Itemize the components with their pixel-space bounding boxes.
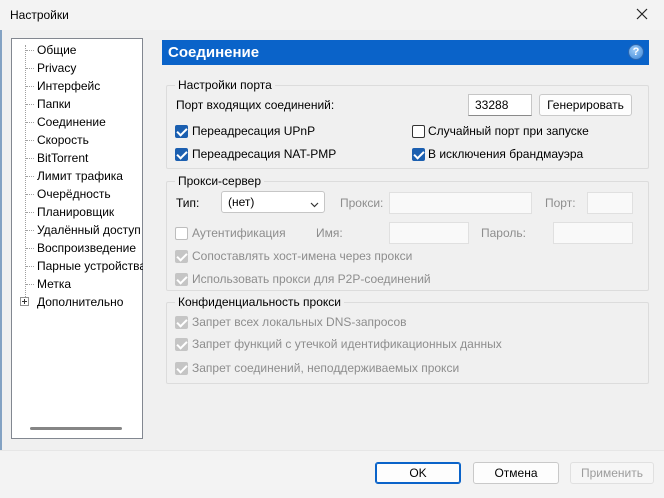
natpmp-label: Переадресация NAT-PMP bbox=[192, 147, 337, 161]
proxy-privacy-legend: Конфиденциальность прокси bbox=[175, 295, 344, 309]
proxy-password-field[interactable] bbox=[553, 222, 633, 244]
tree-item-general[interactable]: Общие bbox=[12, 41, 143, 59]
proxy-type-value: (нет) bbox=[228, 195, 255, 209]
resolve-hostnames-label: Сопоставлять хост-имена через прокси bbox=[192, 249, 413, 263]
expand-plus-icon[interactable] bbox=[20, 297, 29, 306]
tree-item-speed[interactable]: Скорость bbox=[12, 131, 143, 149]
leak-block-checkbox[interactable] bbox=[175, 338, 188, 351]
firewall-checkbox[interactable] bbox=[412, 148, 425, 161]
proxy-legend: Прокси-сервер bbox=[175, 174, 264, 188]
tree-item-connection[interactable]: Соединение bbox=[12, 113, 143, 131]
tree-item-bittorrent[interactable]: BitTorrent bbox=[12, 149, 143, 167]
window-edge bbox=[0, 30, 2, 470]
auth-checkbox[interactable] bbox=[175, 227, 188, 240]
tree-item-queue[interactable]: Очерёдность bbox=[12, 185, 143, 203]
tree-item-remote-access[interactable]: Удалённый доступ bbox=[12, 221, 143, 239]
incoming-port-field[interactable] bbox=[468, 94, 532, 116]
tree-item-paired-devices[interactable]: Парные устройства bbox=[12, 257, 143, 275]
window-title: Настройки bbox=[10, 8, 69, 22]
natpmp-checkbox[interactable] bbox=[175, 148, 188, 161]
proxy-password-label: Пароль: bbox=[481, 226, 526, 240]
proxy-host-field[interactable] bbox=[389, 192, 532, 214]
proxy-host-label: Прокси: bbox=[340, 196, 384, 210]
tree-item-advanced[interactable]: Дополнительно bbox=[12, 293, 143, 311]
proxy-type-select[interactable]: (нет) bbox=[221, 191, 325, 213]
help-icon[interactable]: ? bbox=[628, 44, 644, 60]
incoming-port-label: Порт входящих соединений: bbox=[176, 98, 335, 112]
ok-button[interactable]: OK bbox=[375, 462, 461, 484]
close-icon[interactable] bbox=[632, 4, 652, 24]
tree-item-label[interactable]: Метка bbox=[12, 275, 143, 293]
chevron-down-icon bbox=[310, 198, 319, 208]
proxy-username-field[interactable] bbox=[389, 222, 469, 244]
upnp-label: Переадресация UPnP bbox=[192, 124, 316, 138]
settings-tree[interactable]: Общие Privacy Интерфейс Папки Соединение… bbox=[11, 38, 143, 439]
dns-block-label: Запрет всех локальных DNS-запросов bbox=[192, 315, 407, 329]
dns-block-checkbox[interactable] bbox=[175, 316, 188, 329]
dialog-footer bbox=[0, 450, 664, 498]
page-header: Соединение ? bbox=[162, 40, 649, 65]
upnp-checkbox[interactable] bbox=[175, 125, 188, 138]
unsupported-block-checkbox[interactable] bbox=[175, 362, 188, 375]
unsupported-block-label: Запрет соединений, неподдерживаемых прок… bbox=[192, 361, 460, 375]
tree-item-scheduler[interactable]: Планировщик bbox=[12, 203, 143, 221]
tree-item-traffic-limit[interactable]: Лимит трафика bbox=[12, 167, 143, 185]
tree-item-interface[interactable]: Интерфейс bbox=[12, 77, 143, 95]
firewall-label: В исключения брандмауэра bbox=[428, 147, 584, 161]
page-title: Соединение bbox=[168, 44, 260, 61]
resolve-hostnames-checkbox[interactable] bbox=[175, 250, 188, 263]
p2p-proxy-checkbox[interactable] bbox=[175, 273, 188, 286]
random-port-checkbox[interactable] bbox=[412, 125, 425, 138]
apply-button[interactable]: Применить bbox=[570, 462, 654, 484]
title-bar: Настройки bbox=[0, 0, 664, 30]
horizontal-scrollbar[interactable] bbox=[30, 427, 122, 430]
port-settings-legend: Настройки порта bbox=[175, 78, 275, 92]
proxy-username-label: Имя: bbox=[316, 226, 343, 240]
tree-item-privacy[interactable]: Privacy bbox=[12, 59, 143, 77]
cancel-button[interactable]: Отмена bbox=[473, 462, 559, 484]
proxy-type-label: Тип: bbox=[176, 196, 200, 210]
tree-item-playback[interactable]: Воспроизведение bbox=[12, 239, 143, 257]
proxy-port-field[interactable] bbox=[587, 192, 633, 214]
p2p-proxy-label: Использовать прокси для P2P-соединений bbox=[192, 272, 431, 286]
auth-label: Аутентификация bbox=[192, 226, 286, 240]
random-port-label: Случайный порт при запуске bbox=[428, 124, 589, 138]
leak-block-label: Запрет функций с утечкой идентификационн… bbox=[192, 337, 502, 351]
proxy-port-label: Порт: bbox=[545, 196, 576, 210]
generate-button[interactable]: Генерировать bbox=[539, 94, 632, 116]
tree-item-folders[interactable]: Папки bbox=[12, 95, 143, 113]
